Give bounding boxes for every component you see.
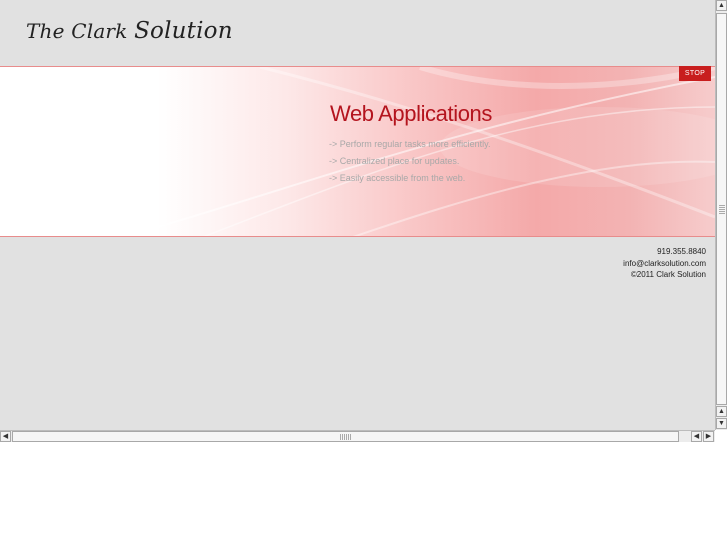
email-link[interactable]: info@clarksolution.com <box>623 258 706 270</box>
right-arrow-icon[interactable]: ▶ <box>703 431 714 442</box>
banner-title: Web Applications <box>330 101 492 126</box>
banner-swirl-graphic <box>123 67 715 236</box>
banner-bullet-2: -> Centralized place for updates. <box>329 156 460 166</box>
hero-banner <box>0 66 715 237</box>
logo-text-solution: Solution <box>134 18 233 44</box>
phone-number: 919.355.8840 <box>657 247 706 256</box>
left-arrow-icon[interactable]: ◀ <box>691 431 702 442</box>
contact-info: 919.355.8840 info@clarksolution.com ©201… <box>623 246 706 281</box>
logo-text-clark: The Clark <box>26 19 135 43</box>
stop-button[interactable]: STOP <box>679 66 711 81</box>
horizontal-scroll-thumb[interactable] <box>12 431 679 442</box>
scrollbar-corner <box>715 430 727 442</box>
vertical-scrollbar[interactable]: ▲ ▲ ▼ <box>715 0 727 430</box>
horizontal-scrollbar[interactable]: ◀ ◀ ▶ <box>0 430 715 442</box>
vertical-scroll-thumb[interactable] <box>716 13 727 405</box>
up-arrow-icon[interactable]: ▲ <box>716 0 727 11</box>
banner-bullet-3: -> Easily accessible from the web. <box>329 173 466 183</box>
grip-icon <box>340 434 352 440</box>
grip-icon <box>719 204 725 214</box>
copyright-text: ©2011 Clark Solution <box>630 270 706 279</box>
site-logo[interactable]: The Clark Solution <box>26 18 233 44</box>
up-arrow-icon[interactable]: ▲ <box>716 406 727 417</box>
left-arrow-icon[interactable]: ◀ <box>0 431 11 442</box>
page-viewport: The Clark Solution STOP Web Applications… <box>0 0 715 430</box>
banner-bullet-1: -> Perform regular tasks more efficientl… <box>329 139 491 149</box>
down-arrow-icon[interactable]: ▼ <box>716 418 727 429</box>
